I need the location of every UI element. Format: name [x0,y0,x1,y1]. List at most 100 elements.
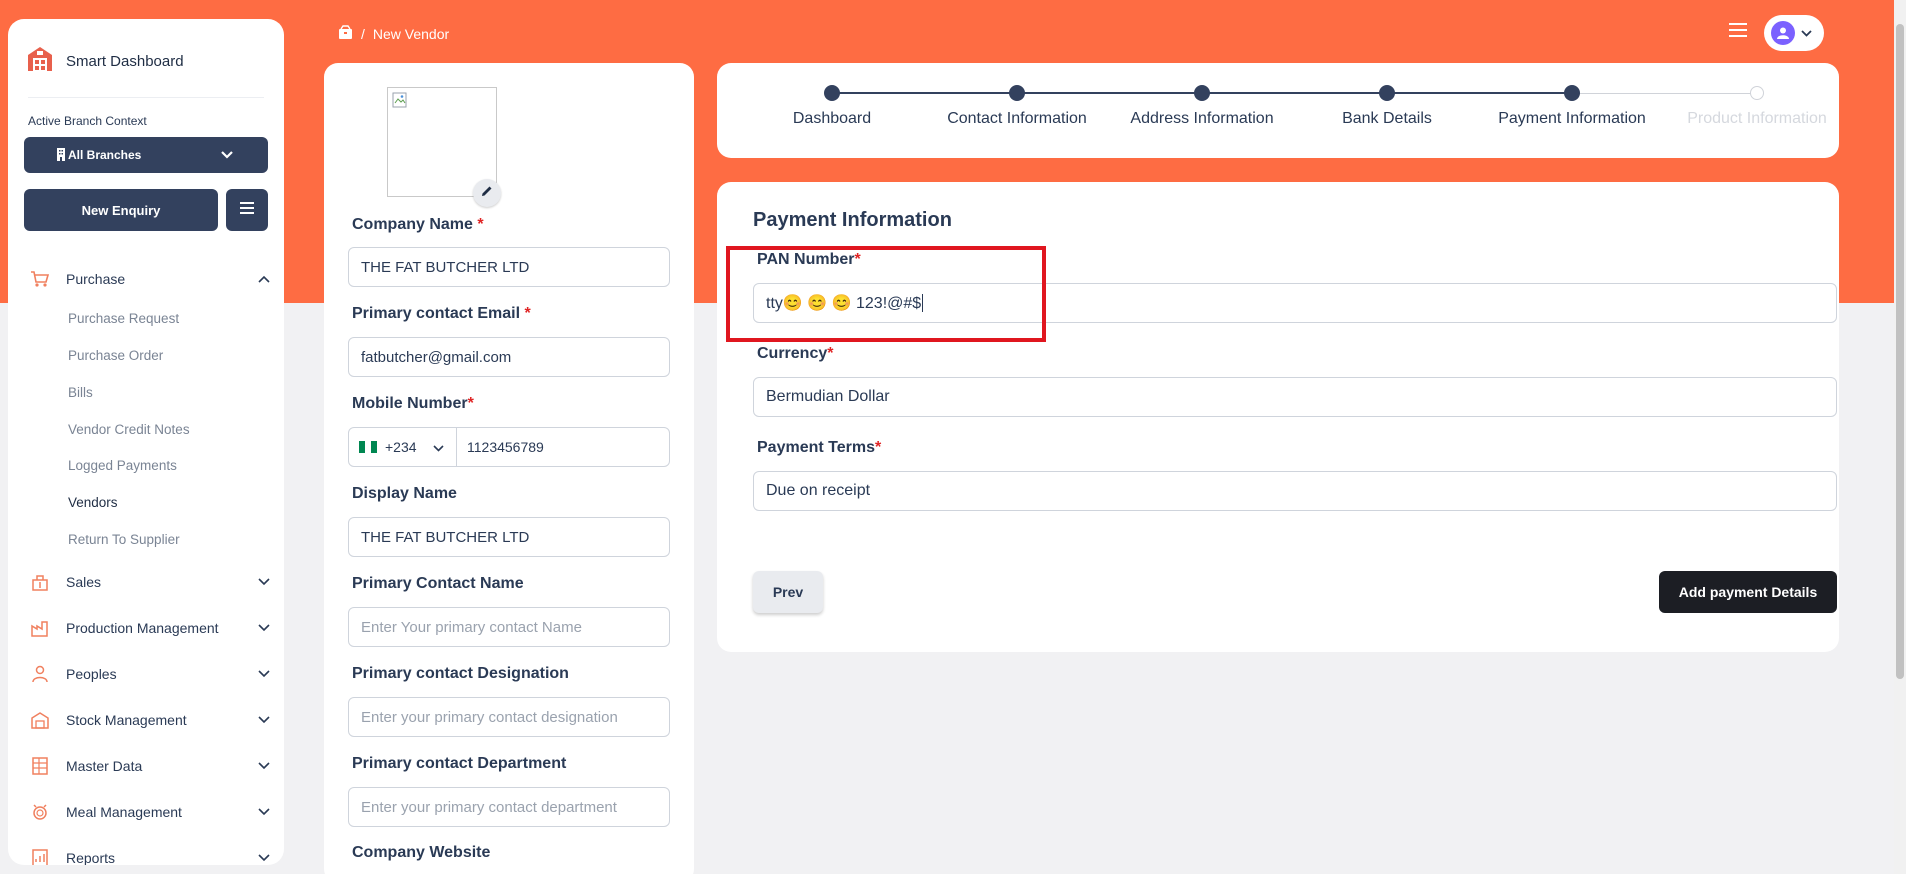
payment-terms-field[interactable]: Due on receipt [753,471,1837,511]
nav-group-label: Master Data [66,758,143,774]
chevron-down-icon [254,854,274,862]
chevron-down-icon [254,716,274,724]
edit-logo-button[interactable] [473,179,501,207]
display-name-label: Display Name [352,485,457,502]
factory-icon [30,618,54,638]
page-scrollbar[interactable] [1894,0,1906,874]
nav-group-stock-management[interactable]: Stock Management [30,708,274,732]
nav-group-master-data[interactable]: Master Data [30,754,274,778]
nav-group-purchase[interactable]: Purchase [30,267,274,291]
branch-select-value: All Branches [68,148,142,162]
nav-group-production-management[interactable]: Production Management [30,616,274,640]
nigeria-flag-icon [359,441,377,453]
people-icon [30,664,54,684]
required-mark: * [467,395,474,412]
country-code-value: +234 [385,439,417,455]
mobile-label: Mobile Number* [352,395,474,413]
home-icon[interactable] [338,25,353,42]
mobile-number-input[interactable]: 1123456789 [457,428,669,466]
label-text: Company Name [352,216,473,233]
label-text: Payment Terms [757,439,875,456]
contact-name-field[interactable]: Enter Your primary contact Name [348,607,670,647]
chevron-down-icon [254,670,274,678]
label-text: Mobile Number [352,395,468,412]
designation-label: Primary contact Designation [352,665,569,682]
hamburger-menu-icon[interactable] [1729,23,1747,42]
broken-image-icon [392,92,408,108]
department-field[interactable]: Enter your primary contact department [348,787,670,827]
chevron-down-icon [1801,24,1812,42]
building-icon [56,148,66,164]
step-contact-information[interactable]: Contact Information [947,110,1087,128]
label-text: Primary contact Email [352,305,521,322]
breadcrumb-separator: / [361,25,365,42]
email-field[interactable]: fatbutcher@gmail.com [348,337,670,377]
brand-name: Smart Dashboard [66,53,184,70]
branch-context-label: Active Branch Context [28,114,147,128]
sidebar-item-purchase-order[interactable]: Purchase Order [68,348,163,363]
designation-field[interactable]: Enter your primary contact designation [348,697,670,737]
list-icon [240,201,254,219]
step-product-information[interactable]: Product Information [1687,110,1827,128]
meal-icon [30,802,54,822]
step-dot-bank[interactable] [1379,85,1395,101]
warehouse-icon [30,710,54,730]
chevron-down-icon [254,578,274,586]
add-payment-details-button[interactable]: Add payment Details [1659,571,1837,613]
chevron-down-icon [432,439,444,455]
step-dashboard[interactable]: Dashboard [793,110,871,128]
step-dot-contact[interactable] [1009,85,1025,101]
chevron-down-icon [254,808,274,816]
payment-terms-label: Payment Terms* [757,439,881,457]
sidebar: Smart Dashboard Active Branch Context Al… [8,19,284,865]
nav-group-label: Peoples [66,666,117,682]
sidebar-item-vendor-credit-notes[interactable]: Vendor Credit Notes [68,422,190,437]
pencil-icon [481,184,493,202]
step-dot-product[interactable] [1750,86,1764,100]
cart-icon [30,270,54,288]
sidebar-item-purchase-request[interactable]: Purchase Request [68,311,179,326]
chevron-down-icon [220,149,234,163]
step-dot-dashboard[interactable] [824,85,840,101]
stepper-pending-line [1572,93,1757,94]
nav-group-label: Meal Management [66,804,182,820]
nav-group-label: Stock Management [66,712,187,728]
contact-name-label: Primary Contact Name [352,575,524,592]
company-name-field[interactable]: THE FAT BUTCHER LTD [348,247,670,287]
nav-group-reports[interactable]: Reports [30,846,274,865]
chevron-up-icon [254,275,274,283]
nav-group-sales[interactable]: Sales [30,570,274,594]
step-address-information[interactable]: Address Information [1130,110,1273,128]
sidebar-item-vendors[interactable]: Vendors [68,495,118,510]
country-code-select[interactable]: +234 [349,428,457,466]
step-dot-payment[interactable] [1564,85,1580,101]
scrollbar-thumb[interactable] [1896,24,1904,679]
branch-select[interactable]: All Branches [24,137,268,173]
sidebar-item-logged-payments[interactable]: Logged Payments [68,458,177,473]
required-mark: * [827,345,834,362]
brand[interactable]: Smart Dashboard [24,43,184,80]
step-payment-information[interactable]: Payment Information [1498,110,1646,128]
sidebar-item-return-to-supplier[interactable]: Return To Supplier [68,532,180,547]
menu-toggle-button[interactable] [226,189,268,231]
breadcrumb-current: New Vendor [372,25,450,42]
step-dot-address[interactable] [1194,85,1210,101]
user-menu-button[interactable] [1764,15,1824,51]
chevron-down-icon [254,762,274,770]
sales-icon [30,572,54,592]
required-mark: * [874,439,882,456]
sidebar-divider [28,97,264,98]
nav-group-meal-management[interactable]: Meal Management [30,800,274,824]
nav-group-label: Sales [66,574,102,590]
currency-field[interactable]: Bermudian Dollar [753,377,1837,417]
report-icon [30,848,54,865]
nav-group-label: Production Management [66,620,219,636]
prev-button[interactable]: Prev [753,571,823,613]
nav-group-peoples[interactable]: Peoples [30,662,274,686]
display-name-field[interactable]: THE FAT BUTCHER LTD [348,517,670,557]
new-enquiry-button[interactable]: New Enquiry [24,189,218,231]
required-mark: * [524,305,531,322]
step-bank-details[interactable]: Bank Details [1342,110,1432,128]
sidebar-item-bills[interactable]: Bills [68,385,93,400]
required-mark: * [477,216,484,233]
